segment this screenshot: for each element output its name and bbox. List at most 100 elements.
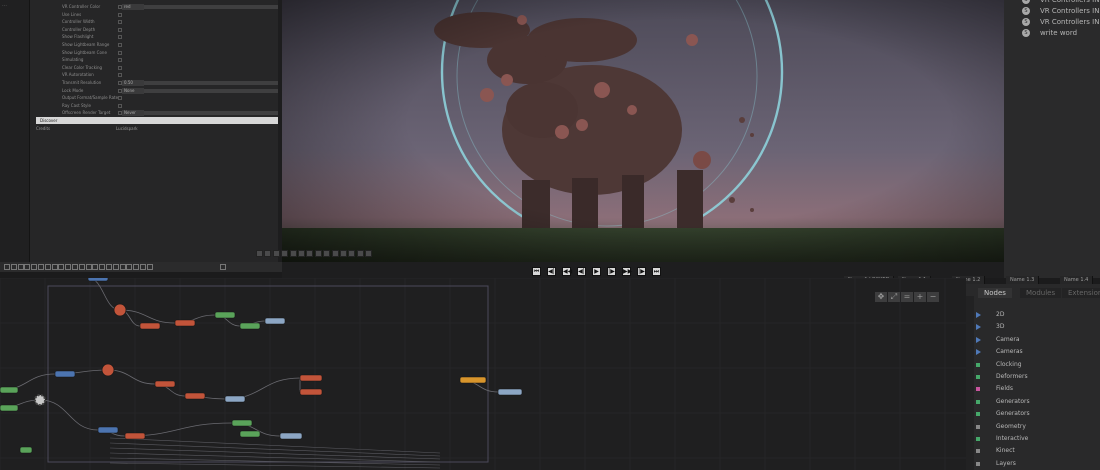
- property-checkbox[interactable]: [118, 27, 122, 32]
- playback-button-icon[interactable]: |▶: [607, 267, 616, 276]
- property-checkbox[interactable]: [118, 35, 122, 40]
- library-item[interactable]: Camera: [976, 335, 1096, 347]
- toolbar-tool-icon[interactable]: [51, 264, 58, 270]
- library-tab[interactable]: Extensions: [1062, 288, 1100, 298]
- graph-view-tool-icon[interactable]: ⤢: [888, 292, 900, 302]
- playback-button-icon[interactable]: ▶▶: [622, 267, 632, 276]
- toolbar-tool-icon[interactable]: [17, 264, 24, 270]
- node-wire: [39, 399, 99, 431]
- property-value[interactable]: None: [122, 87, 144, 94]
- property-checkbox[interactable]: [118, 50, 122, 55]
- toolbar-tool-icon[interactable]: [44, 264, 51, 270]
- toolbar-tool-icon[interactable]: [126, 264, 133, 270]
- property-slider[interactable]: [144, 88, 288, 93]
- viewer-option-icon[interactable]: [331, 250, 339, 257]
- toolbar-tool-icon[interactable]: [85, 264, 92, 270]
- playback-button-icon[interactable]: ⏮: [532, 267, 541, 276]
- toolbar-tool-icon[interactable]: [99, 264, 106, 270]
- property-value[interactable]: red: [122, 4, 144, 10]
- viewer-tab[interactable]: Name 1.3: [1006, 276, 1040, 284]
- toolbar-tool-icon[interactable]: [72, 264, 78, 270]
- property-checkbox[interactable]: [118, 43, 122, 47]
- toolbar-tool-icon[interactable]: [31, 264, 38, 270]
- graph-node: [231, 419, 253, 427]
- toolbar-tool-icon[interactable]: [78, 264, 85, 270]
- property-checkbox[interactable]: [118, 12, 122, 17]
- library-item[interactable]: Generators: [976, 409, 1096, 421]
- viewer-option-icon[interactable]: [314, 250, 322, 257]
- viewer-option-icon[interactable]: [323, 250, 331, 257]
- toolbar-tool-icon[interactable]: [146, 264, 153, 270]
- library-item[interactable]: 2D: [976, 310, 1096, 322]
- property-checkbox[interactable]: [118, 65, 122, 70]
- playback-button-icon[interactable]: ◀◀: [562, 267, 572, 276]
- toolbar-tool-icon[interactable]: [112, 264, 119, 270]
- playback-button-icon[interactable]: ⏭: [652, 267, 661, 276]
- property-checkbox[interactable]: [118, 58, 122, 63]
- graph-view-tool-icon[interactable]: −: [927, 292, 939, 302]
- render-viewer[interactable]: [282, 0, 1004, 272]
- graph-node: [279, 432, 303, 440]
- property-slider[interactable]: [144, 5, 288, 9]
- playback-button-icon[interactable]: |▶: [637, 267, 646, 276]
- library-item[interactable]: Fields: [976, 384, 1096, 396]
- property-slider[interactable]: [144, 111, 288, 116]
- property-checkbox[interactable]: [118, 96, 122, 101]
- property-checkbox[interactable]: [118, 73, 122, 78]
- viewer-option-icon[interactable]: [340, 250, 347, 257]
- graph-view-tool-icon[interactable]: ✥: [875, 292, 887, 302]
- library-item[interactable]: Geometry: [976, 422, 1096, 434]
- library-item[interactable]: Interactive: [976, 434, 1096, 446]
- property-value[interactable]: 0.50: [122, 80, 144, 86]
- viewer-option-icon[interactable]: [272, 250, 280, 257]
- property-checkbox[interactable]: [118, 20, 122, 25]
- library-item[interactable]: 3D: [976, 322, 1096, 334]
- viewer-option-icon[interactable]: [281, 250, 289, 257]
- viewer-option-icon[interactable]: [365, 250, 373, 257]
- toolbar-tool-icon[interactable]: [24, 264, 31, 270]
- toolbar-tool-icon[interactable]: [140, 264, 146, 270]
- node-tree-sidebar[interactable]: …: [0, 0, 30, 262]
- graph-view-tool-icon[interactable]: =: [901, 292, 913, 302]
- node-graph-canvas[interactable]: [0, 278, 966, 470]
- node-library-panel: Nodes ModulesExtensions 2D 3D Camera Cameras C…: [966, 284, 1100, 470]
- viewer-option-icon[interactable]: [306, 250, 314, 257]
- viewer-option-icon[interactable]: [298, 250, 305, 257]
- property-slider[interactable]: [144, 81, 288, 85]
- playback-button-icon[interactable]: ◀|: [577, 267, 586, 276]
- property-value[interactable]: Never: [122, 110, 144, 117]
- toolbar-tool-icon[interactable]: [119, 264, 126, 270]
- viewer-tab[interactable]: Name 1.4: [1060, 276, 1094, 284]
- library-item[interactable]: Cameras: [976, 347, 1096, 359]
- outliner-item-label: write word: [1040, 29, 1078, 37]
- library-tab[interactable]: Modules: [1020, 288, 1062, 298]
- property-checkbox[interactable]: [118, 103, 122, 108]
- viewer-option-icon[interactable]: [256, 250, 263, 257]
- viewer-option-icon[interactable]: [348, 250, 356, 257]
- graph-settings-icon[interactable]: [220, 264, 226, 270]
- toolbar-tool-icon[interactable]: [65, 264, 72, 270]
- toolbar-tool-icon[interactable]: [10, 264, 17, 270]
- toolbar-tool-icon[interactable]: [38, 264, 44, 270]
- discover-section-header[interactable]: Discover: [36, 117, 287, 124]
- playback-button-icon[interactable]: ▶: [592, 267, 601, 276]
- toolbar-tool-icon[interactable]: [133, 264, 140, 270]
- library-item[interactable]: Generators: [976, 397, 1096, 409]
- viewer-option-icon[interactable]: [289, 250, 297, 257]
- node-wire: [109, 437, 441, 454]
- toolbar-tool-icon[interactable]: [58, 264, 65, 270]
- library-tab[interactable]: Nodes: [978, 288, 1012, 298]
- library-item[interactable]: Kinect: [976, 446, 1096, 458]
- library-item[interactable]: Deformers: [976, 372, 1096, 384]
- toolbar-tool-icon[interactable]: [92, 264, 99, 270]
- toolbar-tool-icon[interactable]: [4, 264, 10, 270]
- toolbar-tool-icon[interactable]: [106, 264, 112, 270]
- library-item[interactable]: Layers: [976, 459, 1096, 470]
- graph-view-tool-icon[interactable]: +: [914, 292, 926, 302]
- node-graph[interactable]: ✥ ⤢ = + −: [0, 278, 966, 470]
- library-item[interactable]: Clocking: [976, 360, 1096, 372]
- viewer-option-icon[interactable]: [264, 250, 272, 257]
- playback-button-icon[interactable]: ◀|: [547, 267, 556, 276]
- viewer-option-icon[interactable]: [356, 250, 364, 257]
- library-scrollbar[interactable]: [966, 296, 974, 470]
